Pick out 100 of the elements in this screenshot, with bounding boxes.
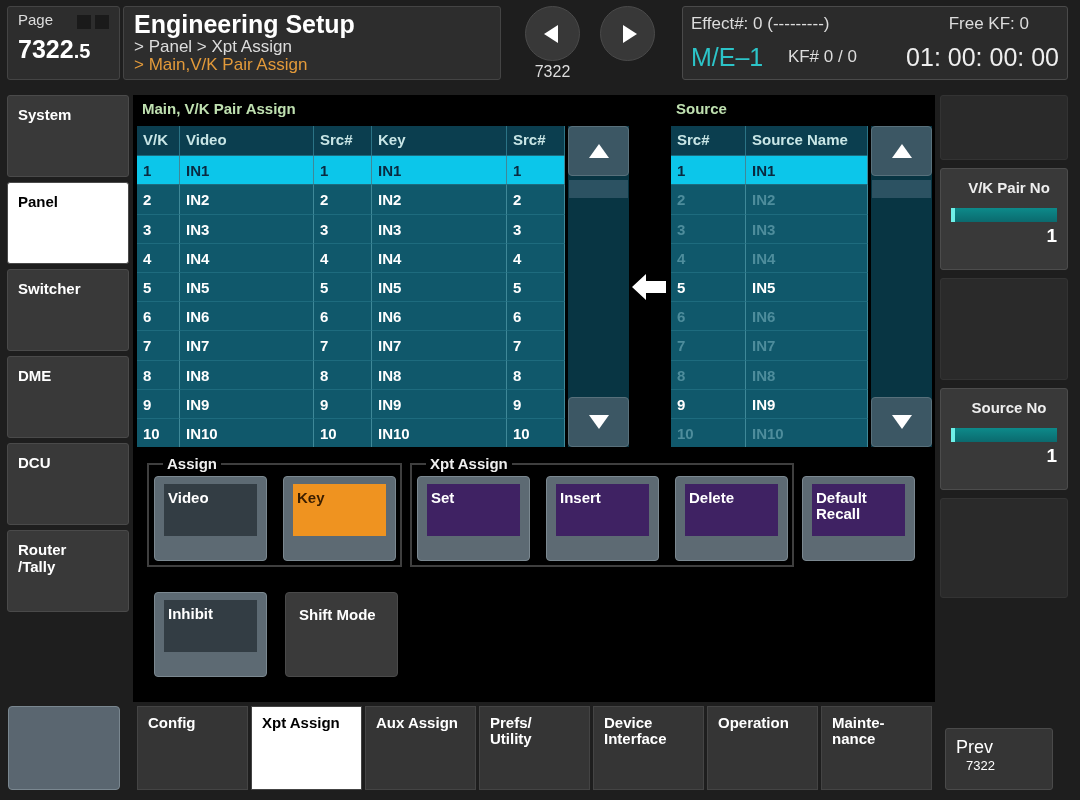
table-cell[interactable]: 9 xyxy=(314,388,372,418)
left-arrow-icon xyxy=(631,272,667,301)
scroll-down-button[interactable] xyxy=(871,397,932,447)
table-cell[interactable]: 1 xyxy=(671,155,746,185)
keyframe-count: KF# 0 / 0 xyxy=(787,47,858,68)
table-cell[interactable]: 8 xyxy=(137,359,180,389)
tab[interactable]: Aux Assign xyxy=(365,706,476,790)
table-cell[interactable]: 6 xyxy=(507,301,565,331)
table-cell[interactable]: 2 xyxy=(137,184,180,214)
sidebar-item[interactable]: Router /Tally xyxy=(7,530,129,612)
tab[interactable]: Mainte- nance xyxy=(821,706,932,790)
value-control[interactable]: Source No 1 xyxy=(940,388,1068,490)
table-cell[interactable]: IN10 xyxy=(372,417,507,448)
table-cell[interactable]: 6 xyxy=(137,301,180,331)
table-cell[interactable]: 4 xyxy=(314,242,372,272)
sidebar-item[interactable]: DME xyxy=(7,356,129,438)
table-cell[interactable]: IN1 xyxy=(372,155,507,185)
panel-button[interactable]: Insert xyxy=(546,476,659,562)
table-cell[interactable]: 10 xyxy=(314,417,372,448)
table-cell[interactable]: 8 xyxy=(314,359,372,389)
table-cell[interactable]: IN2 xyxy=(180,184,314,214)
table-cell[interactable]: IN10 xyxy=(180,417,314,448)
table-cell[interactable]: IN8 xyxy=(180,359,314,389)
sidebar-item[interactable]: Switcher xyxy=(7,269,129,351)
table-cell[interactable]: 7 xyxy=(137,330,180,360)
table-cell[interactable]: 9 xyxy=(137,388,180,418)
table-cell[interactable]: 4 xyxy=(507,242,565,272)
tab[interactable]: Device Interface xyxy=(593,706,704,790)
table-cell[interactable]: IN6 xyxy=(372,301,507,331)
sidebar-item[interactable]: Panel xyxy=(7,182,129,264)
column-header: Video xyxy=(180,126,314,156)
panel-button[interactable]: Inhibit xyxy=(154,592,267,678)
table-cell[interactable]: IN3 xyxy=(372,213,507,243)
page-number-label: 7322 xyxy=(534,63,571,81)
table-cell[interactable]: IN4 xyxy=(180,242,314,272)
panel-button[interactable]: Shift Mode xyxy=(285,592,398,678)
prev-page-button[interactable]: Prev 7322 xyxy=(945,728,1053,790)
table-cell[interactable]: 6 xyxy=(314,301,372,331)
table-cell[interactable]: IN5 xyxy=(372,271,507,302)
panel-button[interactable]: Video xyxy=(154,476,267,562)
level-thumb[interactable] xyxy=(951,428,955,442)
panel-button[interactable]: Default Recall xyxy=(802,476,915,562)
table-cell[interactable]: 3 xyxy=(137,213,180,243)
scroll-thumb[interactable] xyxy=(872,180,931,198)
value-control[interactable]: V/K Pair No 1 xyxy=(940,168,1068,270)
table-cell[interactable]: 5 xyxy=(137,271,180,302)
table-cell[interactable]: 7 xyxy=(507,330,565,360)
table-cell[interactable]: 3 xyxy=(507,213,565,243)
table-cell[interactable]: IN9 xyxy=(746,388,868,418)
control-label: Source No xyxy=(971,399,1047,416)
group-label: Assign xyxy=(163,455,221,473)
table-cell[interactable]: IN3 xyxy=(180,213,314,243)
tab[interactable]: Xpt Assign xyxy=(251,706,362,790)
table-cell[interactable]: 5 xyxy=(671,271,746,302)
scroll-bar[interactable] xyxy=(871,126,932,447)
scroll-down-button[interactable] xyxy=(568,397,629,447)
table-cell[interactable]: 2 xyxy=(314,184,372,214)
level-thumb[interactable] xyxy=(951,208,955,222)
tab[interactable]: Config xyxy=(137,706,248,790)
panel-button[interactable]: Delete xyxy=(675,476,788,562)
table-cell[interactable]: IN7 xyxy=(180,330,314,360)
column-header: Src# xyxy=(314,126,372,156)
table-cell[interactable]: 2 xyxy=(507,184,565,214)
table-cell[interactable]: 9 xyxy=(671,388,746,418)
table-cell[interactable]: 1 xyxy=(314,155,372,185)
level-track[interactable] xyxy=(951,208,1057,222)
sidebar-item[interactable]: DCU xyxy=(7,443,129,525)
me-bank-label: M/E–1 xyxy=(691,42,765,72)
table-cell[interactable]: 4 xyxy=(137,242,180,272)
table-cell[interactable]: IN9 xyxy=(372,388,507,418)
table-cell[interactable]: IN9 xyxy=(180,388,314,418)
table-cell[interactable]: 8 xyxy=(507,359,565,389)
table-cell[interactable]: 5 xyxy=(507,271,565,302)
table-cell[interactable]: IN2 xyxy=(372,184,507,214)
table-cell[interactable]: 7 xyxy=(314,330,372,360)
scroll-up-button[interactable] xyxy=(871,126,932,176)
tab[interactable]: Prefs/ Utility xyxy=(479,706,590,790)
sidebar-item[interactable]: System xyxy=(7,95,129,177)
table-cell[interactable]: 10 xyxy=(507,417,565,448)
panel-button[interactable]: Set xyxy=(417,476,530,562)
level-track[interactable] xyxy=(951,428,1057,442)
tab[interactable]: Operation xyxy=(707,706,818,790)
table-cell[interactable]: IN6 xyxy=(180,301,314,331)
table-cell[interactable]: 9 xyxy=(507,388,565,418)
scroll-up-button[interactable] xyxy=(568,126,629,176)
table-cell[interactable]: IN8 xyxy=(372,359,507,389)
table-cell[interactable]: IN7 xyxy=(372,330,507,360)
table-cell[interactable]: IN1 xyxy=(180,155,314,185)
table-cell[interactable]: IN1 xyxy=(746,155,868,185)
table-cell[interactable]: IN5 xyxy=(746,271,868,302)
scroll-bar[interactable] xyxy=(568,126,629,447)
panel-button[interactable]: Key xyxy=(283,476,396,562)
table-cell[interactable]: IN4 xyxy=(372,242,507,272)
table-cell[interactable]: 3 xyxy=(314,213,372,243)
table-cell[interactable]: IN5 xyxy=(180,271,314,302)
scroll-thumb[interactable] xyxy=(569,180,628,198)
table-cell[interactable]: 5 xyxy=(314,271,372,302)
table-cell[interactable]: 1 xyxy=(507,155,565,185)
table-cell[interactable]: 1 xyxy=(137,155,180,185)
table-cell[interactable]: 10 xyxy=(137,417,180,448)
